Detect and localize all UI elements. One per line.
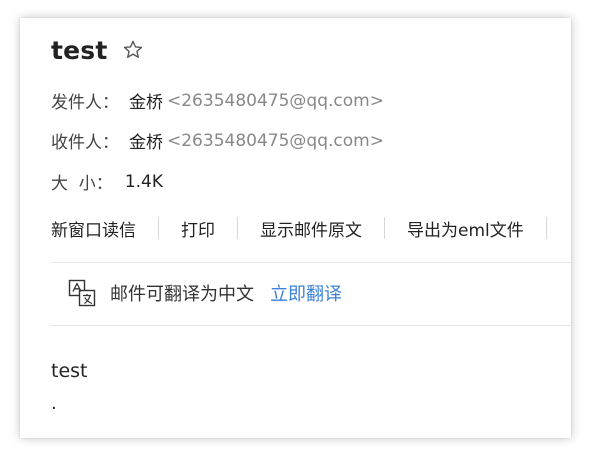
to-row: 收件人： 金桥 <2635480475@qq.com> — [51, 128, 384, 154]
divider-bottom — [51, 325, 571, 326]
from-name[interactable]: 金桥 — [129, 88, 163, 113]
star-outline-icon[interactable] — [122, 39, 144, 61]
to-label: 收件人： — [51, 133, 119, 153]
mail-action-bar: 新窗口读信 打印 显示邮件原文 导出为eml文件 — [51, 214, 569, 242]
print-button[interactable]: 打印 — [181, 216, 215, 241]
translate-icon — [68, 279, 96, 307]
action-divider — [237, 217, 238, 239]
open-new-window-button[interactable]: 新窗口读信 — [51, 216, 136, 241]
from-email[interactable]: <2635480475@qq.com> — [167, 91, 384, 111]
mail-subject: test — [51, 35, 108, 65]
mail-body-line: test — [51, 360, 88, 382]
show-source-button[interactable]: 显示邮件原文 — [260, 216, 362, 241]
size-value: 1.4K — [124, 171, 163, 192]
to-email[interactable]: <2635480475@qq.com> — [167, 131, 384, 151]
size-row: 大 小： 1.4K — [51, 169, 163, 195]
mail-read-panel: test 发件人： 金桥 <2635480475@qq.com> 收件人： 金桥… — [20, 18, 571, 438]
translate-bar: 邮件可翻译为中文 立即翻译 — [68, 277, 342, 309]
from-row: 发件人： 金桥 <2635480475@qq.com> — [51, 88, 384, 114]
action-divider — [158, 217, 159, 239]
size-label: 大 小： — [51, 174, 113, 194]
divider-top — [51, 262, 571, 263]
translate-now-link[interactable]: 立即翻译 — [270, 280, 342, 306]
export-eml-button[interactable]: 导出为eml文件 — [407, 216, 524, 241]
translate-prompt: 邮件可翻译为中文 — [110, 284, 254, 305]
from-label: 发件人： — [51, 93, 119, 113]
to-name[interactable]: 金桥 — [129, 128, 163, 153]
mail-body-line: . — [51, 393, 57, 414]
action-divider — [384, 217, 385, 239]
subject-row: test — [51, 32, 144, 68]
action-divider — [545, 217, 547, 239]
